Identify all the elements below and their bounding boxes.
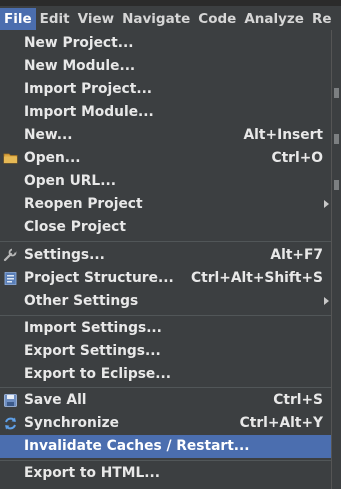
menu-item-export-to-eclipse[interactable]: Export to Eclipse...: [0, 363, 331, 386]
settings-icon: [3, 248, 18, 263]
folder-icon: [3, 151, 18, 166]
project-structure-icon: [3, 271, 18, 286]
menu-view[interactable]: View: [74, 8, 118, 30]
menu-item-shortcut: Alt+F7: [270, 247, 323, 263]
menu-separator: [0, 387, 331, 388]
menu-item-settings[interactable]: Settings... Alt+F7: [0, 244, 331, 267]
menu-item-open[interactable]: Open... Ctrl+O: [0, 147, 331, 170]
menu-item-import-settings[interactable]: Import Settings...: [0, 317, 331, 340]
menu-item-label: Settings...: [24, 247, 105, 263]
menu-separator: [0, 315, 331, 316]
menu-item-shortcut: Alt+Insert: [243, 127, 324, 143]
menu-item-label: Export to Eclipse...: [24, 366, 171, 382]
menu-item-label: New...: [24, 127, 73, 143]
submenu-arrow-icon: [324, 200, 329, 208]
menu-item-label: Invalidate Caches / Restart...: [24, 438, 250, 454]
menu-item-label: Export to HTML...: [24, 465, 160, 481]
menu-separator: [0, 460, 331, 461]
menu-item-label: Reopen Project: [24, 196, 143, 212]
menu-item-shortcut: Ctrl+Alt+Y: [239, 415, 323, 431]
menu-item-invalidate-caches[interactable]: Invalidate Caches / Restart...: [0, 435, 331, 458]
menu-item-label: Close Project: [24, 219, 126, 235]
menu-item-synchronize[interactable]: Synchronize Ctrl+Alt+Y: [0, 412, 331, 435]
menu-item-project-structure[interactable]: Project Structure... Ctrl+Alt+Shift+S: [0, 267, 331, 290]
menu-item-shortcut: Ctrl+Alt+Shift+S: [191, 270, 323, 286]
menu-item-label: Import Module...: [24, 104, 154, 120]
menu-item-label: Import Settings...: [24, 320, 162, 336]
menu-item-label: Project Structure...: [24, 270, 174, 286]
menu-item-export-settings[interactable]: Export Settings...: [0, 340, 331, 363]
menu-item-import-project[interactable]: Import Project...: [0, 78, 331, 101]
menu-item-label: New Module...: [24, 58, 136, 74]
menu-edit[interactable]: Edit: [36, 8, 74, 30]
background-window-edge: [332, 30, 341, 489]
menu-item-reopen-project[interactable]: Reopen Project: [0, 193, 331, 216]
submenu-arrow-icon: [324, 297, 329, 305]
background-marker: [334, 88, 339, 98]
menu-item-shortcut: Ctrl+O: [271, 150, 323, 166]
menu-item-new-project[interactable]: New Project...: [0, 32, 331, 55]
menu-separator: [0, 241, 331, 242]
menu-item-label: Synchronize: [24, 415, 119, 431]
file-menu-dropdown: New Project... New Module... Import Proj…: [0, 30, 332, 489]
menu-analyze[interactable]: Analyze: [240, 8, 308, 30]
menu-code[interactable]: Code: [194, 8, 240, 30]
background-marker: [334, 134, 339, 144]
menu-item-label: Import Project...: [24, 81, 153, 97]
menu-item-label: Open...: [24, 150, 81, 166]
menu-item-shortcut: Ctrl+S: [273, 392, 323, 408]
sync-icon: [3, 416, 18, 431]
menu-item-new-module[interactable]: New Module...: [0, 55, 331, 78]
menu-navigate[interactable]: Navigate: [118, 8, 194, 30]
menu-item-import-module[interactable]: Import Module...: [0, 101, 331, 124]
menu-item-label: Export Settings...: [24, 343, 161, 359]
menu-item-open-url[interactable]: Open URL...: [0, 170, 331, 193]
background-marker: [334, 180, 339, 190]
menu-item-save-all[interactable]: Save All Ctrl+S: [0, 389, 331, 412]
menu-bar-row: File Edit View Navigate Code Analyze Re: [0, 8, 336, 30]
menu-item-label: Other Settings: [24, 293, 139, 309]
menu-file[interactable]: File: [0, 8, 36, 30]
menu-item-label: Open URL...: [24, 173, 116, 189]
menu-item-new[interactable]: New... Alt+Insert: [0, 124, 331, 147]
menu-item-export-to-html[interactable]: Export to HTML...: [0, 462, 331, 485]
save-icon: [3, 393, 18, 408]
menu-item-other-settings[interactable]: Other Settings: [0, 290, 331, 313]
menu-item-close-project[interactable]: Close Project: [0, 216, 331, 239]
title-bar-fragment: [0, 0, 341, 6]
menu-item-label: Save All: [24, 392, 87, 408]
ide-window: { "menubar": { "items": [ {"label": "Fil…: [0, 0, 341, 489]
menu-refactor[interactable]: Re: [308, 8, 336, 30]
menu-item-label: New Project...: [24, 35, 134, 51]
